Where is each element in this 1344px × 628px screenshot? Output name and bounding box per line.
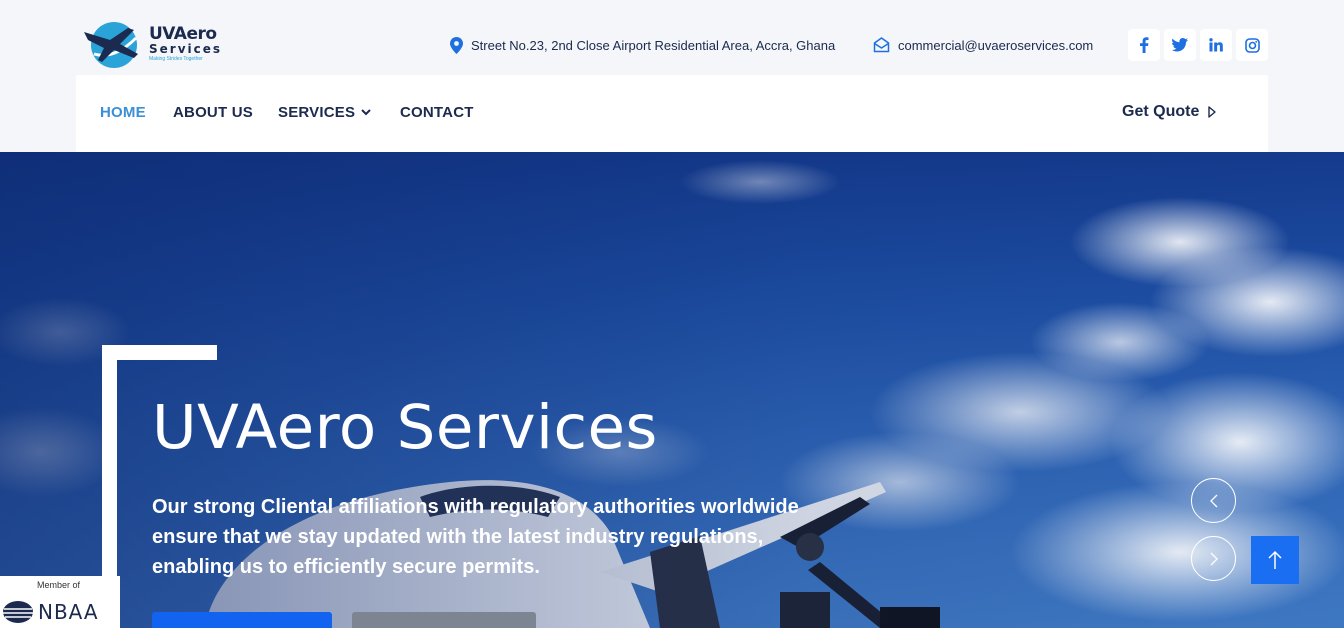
hero-primary-button[interactable] xyxy=(152,612,332,628)
main-navbar: HOME ABOUT US SERVICES CONTACT Get Quote xyxy=(76,75,1268,152)
nav-services[interactable]: SERVICES xyxy=(278,104,371,121)
logo-sub-text: Services xyxy=(149,42,223,56)
get-quote-label: Get Quote xyxy=(1122,103,1200,120)
chevron-down-icon xyxy=(361,109,371,116)
site-logo[interactable]: UVAero Services Making Strides Together xyxy=(80,18,225,70)
nav-services-label: SERVICES xyxy=(278,104,356,121)
logo-tagline: Making Strides Together xyxy=(149,56,203,62)
email-info[interactable]: commercial@uvaeroservices.com xyxy=(873,36,1093,54)
hero-title: UVAero Services xyxy=(152,392,658,463)
twitter-icon xyxy=(1172,38,1188,52)
logo-emblem-icon xyxy=(84,22,138,68)
hero-frame-accent-top xyxy=(102,345,217,360)
nav-contact[interactable]: CONTACT xyxy=(400,104,474,121)
nbaa-logo-text: NBAA xyxy=(38,600,99,624)
member-of-label: Member of xyxy=(37,580,81,590)
play-outline-icon xyxy=(1208,106,1217,118)
instagram-icon xyxy=(1244,37,1260,53)
hero-secondary-button[interactable] xyxy=(352,612,536,628)
linkedin-icon xyxy=(1209,38,1223,52)
envelope-open-icon xyxy=(873,37,890,53)
nav-about-us[interactable]: ABOUT US xyxy=(173,104,253,121)
facebook-link[interactable] xyxy=(1128,29,1160,61)
scroll-to-top-button[interactable] xyxy=(1251,536,1299,584)
nav-home[interactable]: HOME xyxy=(100,104,146,121)
nbaa-member-badge[interactable]: Member of NBAA xyxy=(0,576,120,628)
location-pin-icon xyxy=(450,36,463,54)
arrow-up-icon xyxy=(1268,550,1282,569)
chevron-right-icon xyxy=(1210,552,1218,565)
instagram-link[interactable] xyxy=(1236,29,1268,61)
email-link[interactable]: commercial@uvaeroservices.com xyxy=(898,38,1093,53)
address-text: Street No.23, 2nd Close Airport Resident… xyxy=(471,37,836,53)
facebook-icon xyxy=(1140,37,1149,53)
nbaa-globe-icon xyxy=(3,601,33,623)
chevron-left-icon xyxy=(1209,494,1217,507)
logo-brand-text: UVAero xyxy=(149,24,217,44)
slider-prev-button[interactable] xyxy=(1191,478,1236,523)
slider-next-button[interactable] xyxy=(1191,536,1236,581)
get-quote-button[interactable]: Get Quote xyxy=(1122,103,1217,121)
twitter-link[interactable] xyxy=(1164,29,1196,61)
hero-frame-accent-left xyxy=(102,345,117,585)
linkedin-link[interactable] xyxy=(1200,29,1232,61)
address-info: Street No.23, 2nd Close Airport Resident… xyxy=(450,36,835,54)
hero-description: Our strong Cliental affiliations with re… xyxy=(152,496,799,578)
hero-slider: UVAero Services Our strong Cliental affi… xyxy=(0,152,1344,628)
top-info-bar: UVAero Services Making Strides Together … xyxy=(0,0,1344,75)
